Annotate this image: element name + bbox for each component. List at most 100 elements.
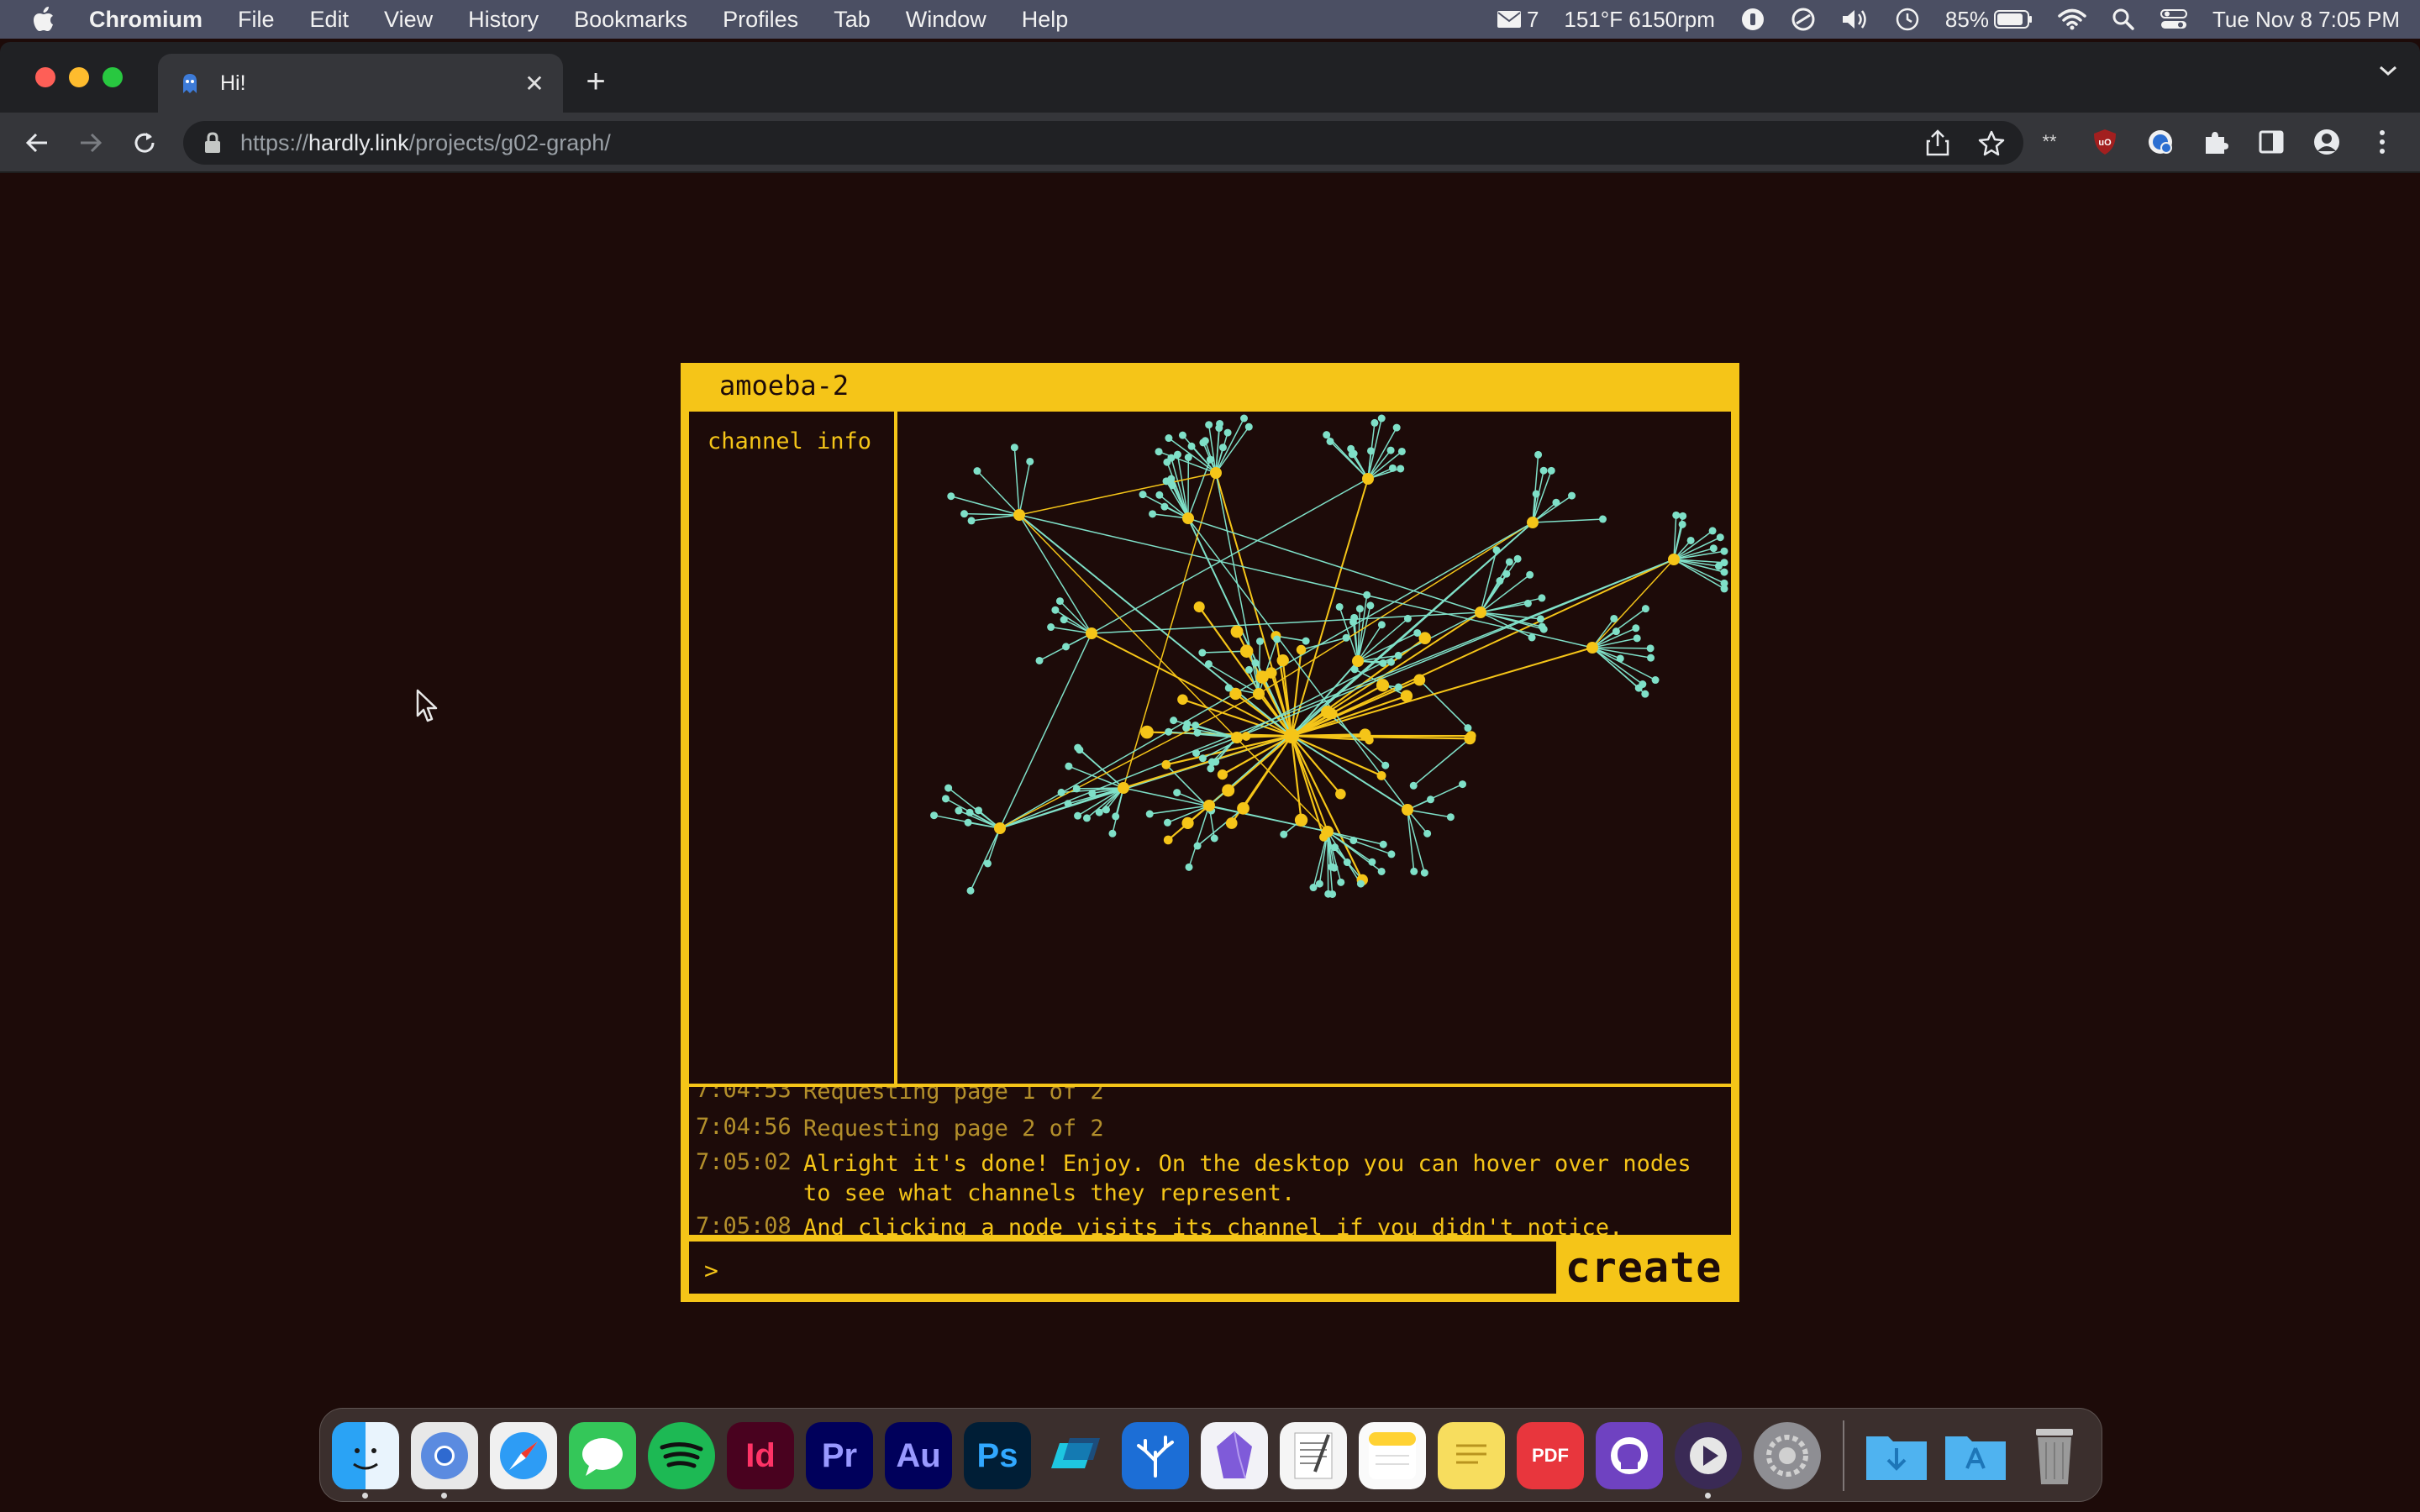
graph-node[interactable] xyxy=(1192,721,1200,729)
graph-node[interactable] xyxy=(1464,732,1476,745)
graph-node[interactable] xyxy=(1370,418,1379,427)
graph-node[interactable] xyxy=(1204,660,1213,669)
dock-applications-folder-icon[interactable] xyxy=(1942,1422,2009,1489)
graph-node[interactable] xyxy=(966,886,975,895)
graph-node[interactable] xyxy=(1598,515,1607,523)
graph-node[interactable] xyxy=(1253,688,1265,700)
graph-node[interactable] xyxy=(1394,651,1402,659)
dock-pdf-expert-icon[interactable]: PDF xyxy=(1517,1422,1584,1489)
reload-button[interactable] xyxy=(128,126,161,160)
graph-node[interactable] xyxy=(1678,520,1686,528)
menubar-clock[interactable]: Tue Nov 8 7:05 PM xyxy=(2212,7,2400,33)
graph-node[interactable] xyxy=(1139,491,1147,499)
graph-node[interactable] xyxy=(1149,510,1157,518)
dock-app-icon[interactable] xyxy=(1043,1422,1110,1489)
graph-node[interactable] xyxy=(983,859,992,868)
graph-node[interactable] xyxy=(1633,634,1641,643)
graph-node[interactable] xyxy=(1639,680,1647,689)
graph-node[interactable] xyxy=(1187,442,1196,450)
graph-node[interactable] xyxy=(1355,605,1364,613)
graph-node[interactable] xyxy=(1651,676,1660,685)
graph-node[interactable] xyxy=(1400,690,1413,702)
volume-icon[interactable] xyxy=(1841,8,1870,31)
dock-notes-icon[interactable] xyxy=(1359,1422,1426,1489)
dock-finder-icon[interactable] xyxy=(332,1422,399,1489)
menu-window[interactable]: Window xyxy=(906,7,986,33)
graph-node[interactable] xyxy=(1528,633,1536,642)
graph-node[interactable] xyxy=(1386,446,1395,454)
graph-node[interactable] xyxy=(1322,826,1334,837)
dock-chromium-icon[interactable] xyxy=(411,1422,478,1489)
graph-node[interactable] xyxy=(1709,544,1718,553)
graph-node[interactable] xyxy=(1165,727,1173,736)
command-input[interactable] xyxy=(731,1250,1538,1287)
graph-node[interactable] xyxy=(1475,606,1486,618)
graph-node[interactable] xyxy=(1193,728,1202,737)
graph-node[interactable] xyxy=(1294,813,1308,827)
dock-iina-icon[interactable] xyxy=(1675,1422,1742,1489)
graph-node[interactable] xyxy=(1523,599,1532,607)
graph-node[interactable] xyxy=(1330,864,1339,872)
battery-status[interactable]: 85% xyxy=(1945,7,2033,33)
menu-profiles[interactable]: Profiles xyxy=(723,7,798,33)
graph-node[interactable] xyxy=(1350,613,1359,622)
graph-node[interactable] xyxy=(1708,527,1717,535)
graph-node[interactable] xyxy=(1612,627,1620,636)
graph-node[interactable] xyxy=(1212,758,1220,766)
graph-node[interactable] xyxy=(1207,764,1215,773)
sensor-readout[interactable]: 151°F 6150rpm xyxy=(1564,7,1715,33)
menu-view[interactable]: View xyxy=(384,7,433,33)
graph-canvas[interactable] xyxy=(901,412,1731,1084)
graph-node[interactable] xyxy=(1586,642,1598,654)
graph-node[interactable] xyxy=(1255,670,1269,684)
graph-node[interactable] xyxy=(1356,879,1365,888)
graph-node[interactable] xyxy=(1082,814,1091,822)
graph-node[interactable] xyxy=(1072,785,1081,793)
graph-node[interactable] xyxy=(1051,606,1060,614)
graph-node[interactable] xyxy=(1173,789,1181,797)
graph-node[interactable] xyxy=(973,467,981,475)
graph-node[interactable] xyxy=(1410,867,1418,875)
graph-node[interactable] xyxy=(1218,444,1227,452)
minimize-window-button[interactable] xyxy=(69,67,89,87)
graph-node[interactable] xyxy=(1538,594,1546,602)
graph-node[interactable] xyxy=(1335,602,1344,611)
graph-node[interactable] xyxy=(1392,423,1401,432)
graph-node[interactable] xyxy=(1387,850,1396,858)
graph-node[interactable] xyxy=(1379,840,1387,848)
create-button[interactable]: create xyxy=(1556,1242,1731,1294)
mail-status[interactable]: 7 xyxy=(1497,7,1539,33)
graph-node[interactable] xyxy=(1013,509,1025,521)
graph-node[interactable] xyxy=(1199,438,1207,447)
browser-menu-icon[interactable] xyxy=(2366,126,2398,158)
dock-downloads-folder-icon[interactable] xyxy=(1863,1422,1930,1489)
graph-node[interactable] xyxy=(1047,623,1055,632)
dock-audition-icon[interactable]: Au xyxy=(885,1422,952,1489)
graph-node[interactable] xyxy=(1057,788,1065,796)
graph-node[interactable] xyxy=(1062,643,1071,651)
command-prompt[interactable]: > xyxy=(697,1250,1548,1287)
menu-history[interactable]: History xyxy=(468,7,539,33)
graph-node[interactable] xyxy=(1251,659,1260,667)
graph-node[interactable] xyxy=(1145,810,1154,818)
time-machine-icon[interactable] xyxy=(1895,7,1920,32)
graph-node[interactable] xyxy=(1215,424,1223,433)
graph-node[interactable] xyxy=(1668,554,1680,565)
graph-node[interactable] xyxy=(1464,724,1472,732)
dock-photoshop-icon[interactable]: Ps xyxy=(964,1422,1031,1489)
dock-trash-icon[interactable] xyxy=(2021,1422,2088,1489)
dock-messages-icon[interactable] xyxy=(569,1422,636,1489)
dock-premiere-icon[interactable]: Pr xyxy=(806,1422,873,1489)
tab-close-icon[interactable]: ✕ xyxy=(518,66,551,100)
graph-node[interactable] xyxy=(1217,769,1228,780)
graph-node[interactable] xyxy=(944,784,953,792)
graph-node[interactable] xyxy=(1184,454,1192,462)
profile-avatar-icon[interactable] xyxy=(2311,126,2343,158)
graph-node[interactable] xyxy=(1210,467,1222,479)
graph-node[interactable] xyxy=(1055,597,1064,606)
graph-node[interactable] xyxy=(1225,817,1238,829)
graph-node[interactable] xyxy=(1167,475,1176,483)
graph-node[interactable] xyxy=(1394,683,1402,691)
graph-node[interactable] xyxy=(1206,455,1214,464)
graph-node[interactable] xyxy=(1230,625,1244,638)
